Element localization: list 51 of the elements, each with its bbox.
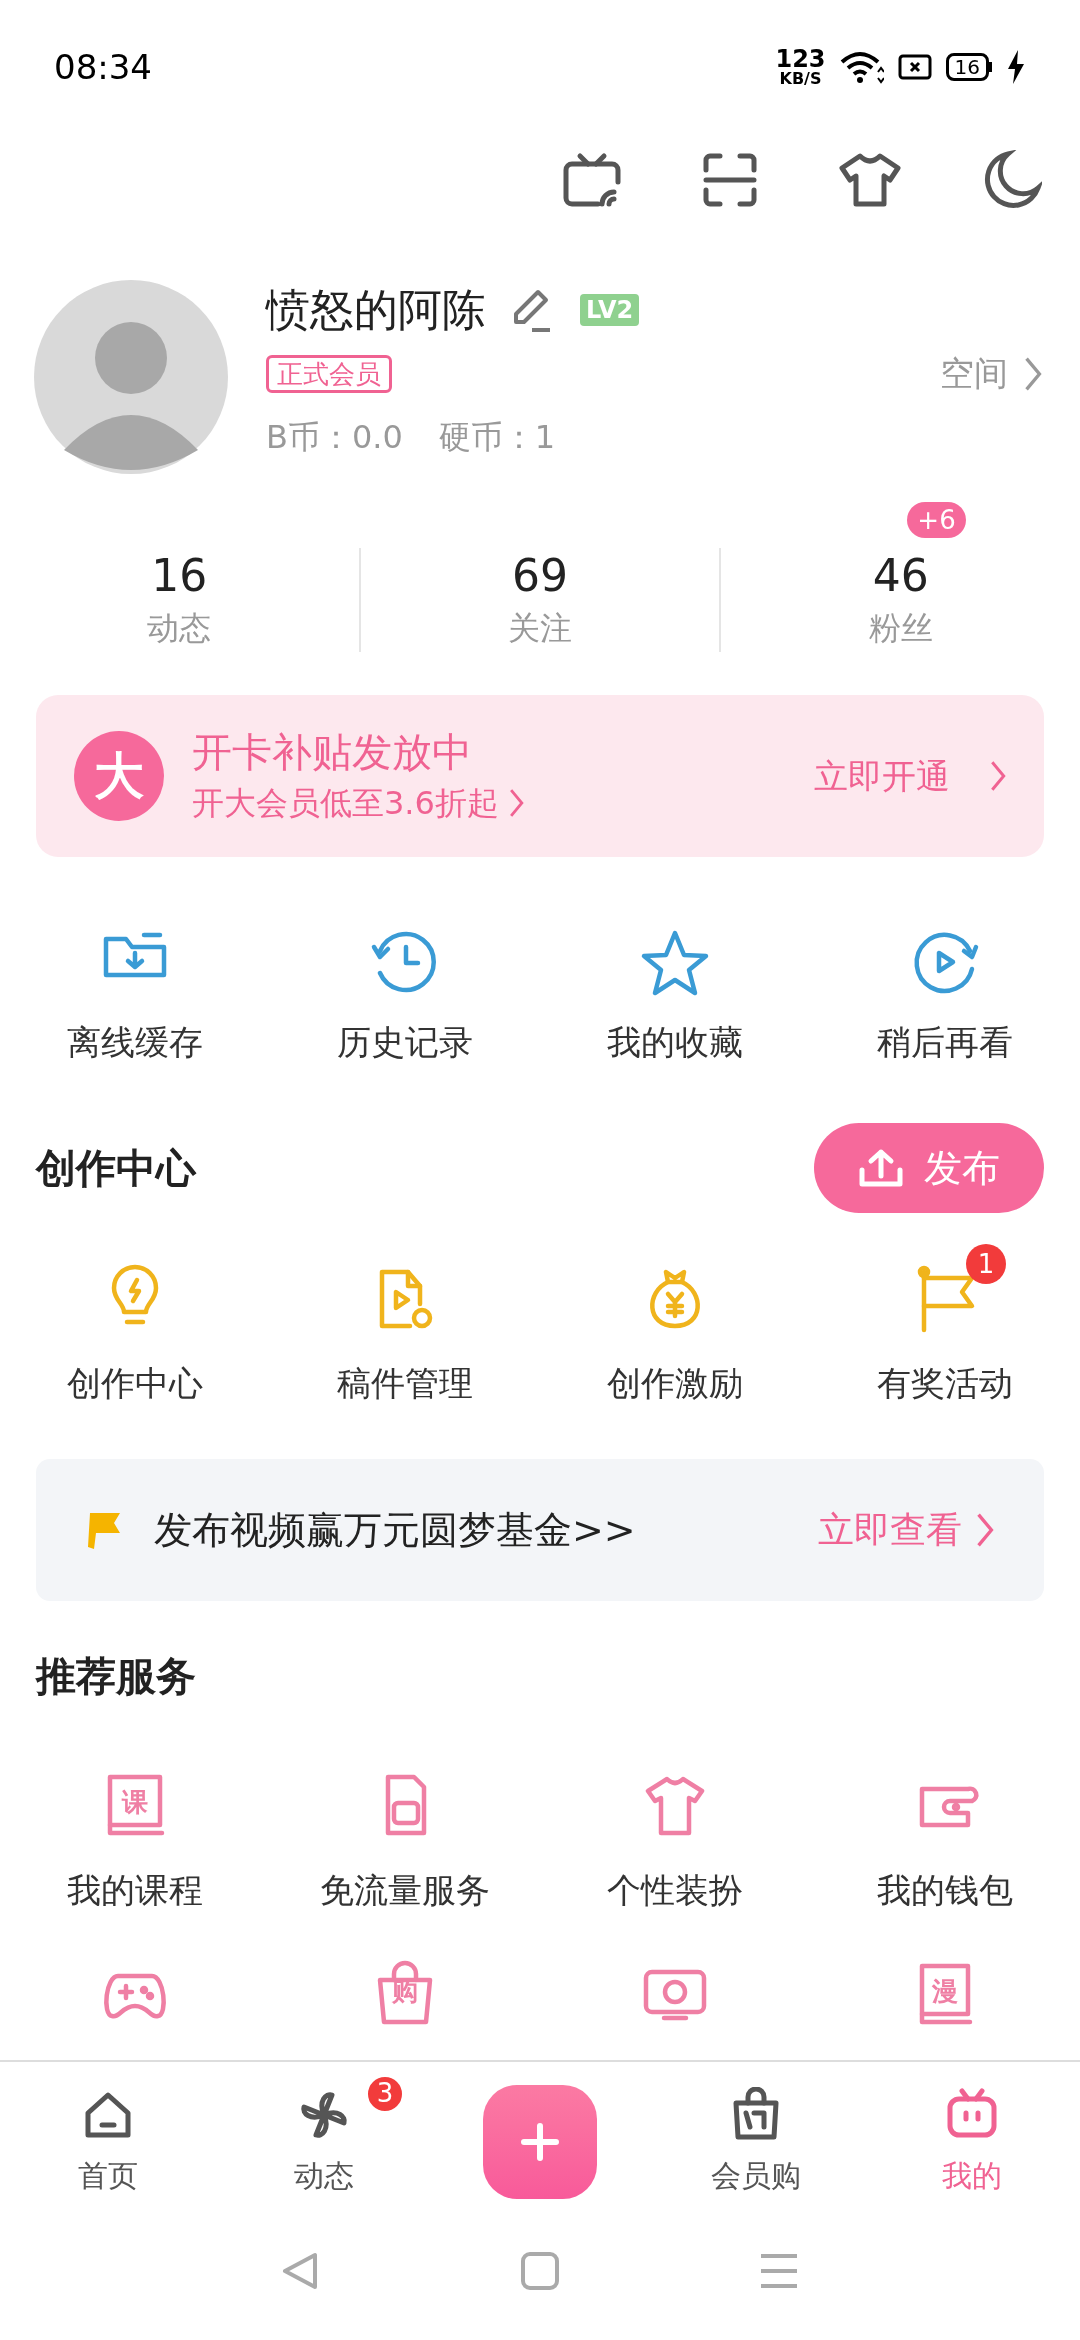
b-coin-balance: B币：0.0 [266,417,403,458]
service-item[interactable]: 个性装扮 [540,1771,810,1916]
scan-icon[interactable] [702,152,758,208]
network-speed: 123 KB/S [775,47,826,87]
shortcut-item[interactable]: 我的收藏 [540,929,810,1068]
menu-icon[interactable] [759,2253,799,2289]
service-item[interactable]: 课 我的课程 [0,1771,270,1916]
avatar[interactable] [34,280,228,474]
service-item[interactable]: 我的钱包 [810,1771,1080,1916]
user-name: 愤怒的阿陈 [266,283,486,337]
tab-item[interactable]: 会员购 [711,2086,801,2198]
charging-icon [1006,50,1026,84]
moon-icon[interactable] [982,150,1042,210]
stat-count[interactable]: 69 [512,548,568,604]
creator-tool-item[interactable]: 创作中心 [67,1264,203,1409]
chevron-icon [990,760,1006,792]
creator-tool-item[interactable]: 稿件管理 [337,1264,473,1409]
promo-banner[interactable]: 发布视频赢万元圆梦基金>> 立即查看 [36,1459,1044,1601]
chevron-icon [1024,355,1042,392]
chevron-icon [976,1512,994,1548]
vip-icon: 大 [74,731,164,821]
stat-count[interactable]: 16 [151,548,208,604]
member-badge: 正式会员 [266,354,392,393]
plus-icon [520,2122,560,2162]
notification-badge: 1 [966,1244,1006,1284]
upload-icon [858,1148,904,1188]
shortcut-item[interactable]: 历史记录 [270,929,540,1068]
tv-icon[interactable] [562,152,622,208]
creator-tool-item[interactable]: 创作激励 [607,1264,743,1409]
add-button[interactable] [483,2085,597,2199]
notification-badge: 3 [366,2074,404,2113]
home-icon[interactable] [521,2252,559,2290]
shirt-icon[interactable] [838,152,902,208]
service-item[interactable]: 免流量服务 [270,1771,540,1916]
stat-count[interactable]: 46 [872,548,929,604]
wifi-icon [839,50,884,84]
shortcut-item[interactable]: 稍后再看 [810,929,1080,1068]
shortcut-item[interactable]: 离线缓存 [0,929,270,1068]
level-badge: LV2 [580,294,640,326]
tab-item[interactable]: 动态 [294,2086,354,2198]
battery-indicator: 16 [945,53,992,81]
section-title: 推荐服务 [36,1652,196,1701]
clock-time: 08:34 [54,45,152,89]
vip-title: 开卡补贴发放中 [192,728,473,777]
section-title: 创作中心 [36,1144,196,1193]
new-count-badge: +6 [907,502,966,538]
chevron-icon [508,788,524,818]
promo-text: 发布视频赢万元圆梦基金>> [154,1506,637,1554]
sim-card-icon [897,54,932,80]
coin-balance: 硬币：1 [438,417,556,458]
tab-item[interactable]: 首页 [78,2086,138,2198]
